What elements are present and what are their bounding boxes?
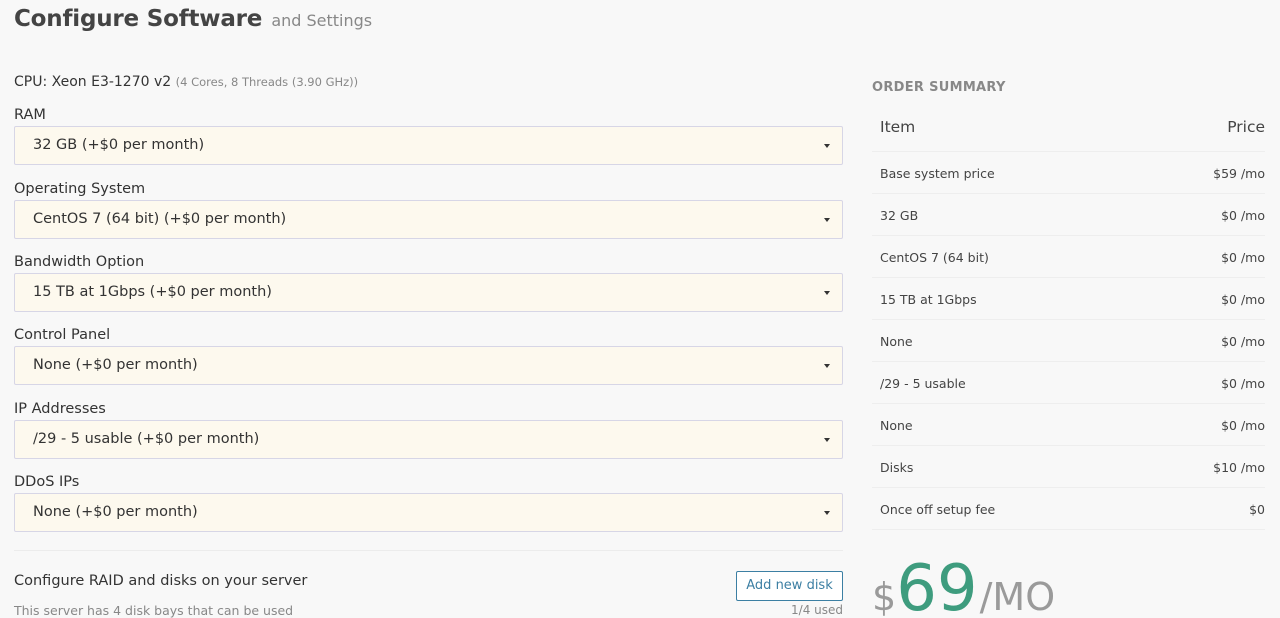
cpu-spec: (4 Cores, 8 Threads (3.90 GHz)) — [175, 75, 359, 89]
chevron-down-icon — [824, 511, 830, 515]
ip-addresses-label: IP Addresses — [14, 401, 106, 417]
raid-subtitle: This server has 4 disk bays that can be … — [14, 603, 294, 618]
row-item: 32 GB — [880, 208, 919, 223]
ddos-ips-value: None (+$0 per month) — [33, 504, 198, 520]
chevron-down-icon — [824, 438, 830, 442]
ddos-ips-field: DDoS IPs None (+$0 per month) — [14, 473, 843, 532]
total-price: $69/MO — [872, 553, 1055, 618]
table-row: Disks $10 /mo — [872, 446, 1265, 488]
ddos-ips-label: DDoS IPs — [14, 474, 80, 490]
control-panel-label: Control Panel — [14, 327, 111, 343]
row-price: $0 /mo — [1221, 376, 1265, 391]
row-item: Disks — [880, 460, 914, 475]
row-price: $0 /mo — [1221, 208, 1265, 223]
control-panel-select[interactable]: None (+$0 per month) — [14, 346, 843, 385]
bandwidth-field: Bandwidth Option 15 TB at 1Gbps (+$0 per… — [14, 253, 843, 312]
row-item: Once off setup fee — [880, 502, 996, 517]
os-select[interactable]: CentOS 7 (64 bit) (+$0 per month) — [14, 200, 843, 239]
order-summary-table: Item Price Base system price $59 /mo 32 … — [872, 108, 1265, 530]
total-amount: 69 — [896, 552, 978, 618]
page-title-main: Configure Software — [14, 6, 263, 32]
row-item: 15 TB at 1Gbps — [880, 292, 977, 307]
table-row: 32 GB $0 /mo — [872, 194, 1265, 236]
add-new-disk-button[interactable]: Add new disk — [736, 571, 843, 601]
chevron-down-icon — [824, 291, 830, 295]
row-item: None — [880, 418, 913, 433]
row-item: Base system price — [880, 166, 995, 181]
bandwidth-select[interactable]: 15 TB at 1Gbps (+$0 per month) — [14, 273, 843, 312]
row-item: CentOS 7 (64 bit) — [880, 250, 989, 265]
table-row: 15 TB at 1Gbps $0 /mo — [872, 278, 1265, 320]
bandwidth-value: 15 TB at 1Gbps (+$0 per month) — [33, 284, 272, 300]
row-price: $0 /mo — [1221, 292, 1265, 307]
table-row: Base system price $59 /mo — [872, 152, 1265, 194]
disk-count: 1/4 used — [791, 603, 843, 617]
ram-label: RAM — [14, 107, 46, 123]
ddos-ips-select[interactable]: None (+$0 per month) — [14, 493, 843, 532]
table-row: None $0 /mo — [872, 320, 1265, 362]
row-price: $59 /mo — [1213, 166, 1265, 181]
table-row: CentOS 7 (64 bit) $0 /mo — [872, 236, 1265, 278]
chevron-down-icon — [824, 218, 830, 222]
column-price: Price — [1227, 118, 1265, 136]
chevron-down-icon — [824, 364, 830, 368]
page-title-sub: and Settings — [271, 11, 373, 30]
ram-select[interactable]: 32 GB (+$0 per month) — [14, 126, 843, 165]
table-row: Once off setup fee $0 — [872, 488, 1265, 530]
raid-title: Configure RAID and disks on your server — [14, 573, 308, 589]
os-field: Operating System CentOS 7 (64 bit) (+$0 … — [14, 180, 843, 239]
total-period: /MO — [979, 575, 1056, 618]
cpu-info: CPU: Xeon E3-1270 v2 (4 Cores, 8 Threads… — [14, 74, 358, 90]
table-row: None $0 /mo — [872, 404, 1265, 446]
ram-field: RAM 32 GB (+$0 per month) — [14, 106, 843, 165]
cpu-label: CPU: Xeon E3-1270 v2 — [14, 74, 172, 90]
ram-value: 32 GB (+$0 per month) — [33, 137, 205, 153]
row-item: None — [880, 334, 913, 349]
table-header: Item Price — [872, 108, 1265, 152]
os-value: CentOS 7 (64 bit) (+$0 per month) — [33, 211, 287, 227]
row-price: $0 /mo — [1221, 250, 1265, 265]
os-label: Operating System — [14, 181, 146, 197]
row-price: $0 /mo — [1221, 418, 1265, 433]
row-price: $10 /mo — [1213, 460, 1265, 475]
chevron-down-icon — [824, 144, 830, 148]
row-item: /29 - 5 usable — [880, 376, 966, 391]
ip-addresses-select[interactable]: /29 - 5 usable (+$0 per month) — [14, 420, 843, 459]
order-summary-heading: ORDER SUMMARY — [872, 80, 1006, 95]
total-currency: $ — [872, 575, 897, 618]
table-row: /29 - 5 usable $0 /mo — [872, 362, 1265, 404]
ip-addresses-field: IP Addresses /29 - 5 usable (+$0 per mon… — [14, 400, 843, 459]
row-price: $0 /mo — [1221, 334, 1265, 349]
ip-addresses-value: /29 - 5 usable (+$0 per month) — [33, 431, 260, 447]
control-panel-value: None (+$0 per month) — [33, 357, 198, 373]
control-panel-field: Control Panel None (+$0 per month) — [14, 326, 843, 385]
column-item: Item — [880, 118, 916, 136]
row-price: $0 — [1249, 502, 1265, 517]
configure-page: Configure Software and Settings CPU: Xeo… — [0, 0, 1280, 618]
page-title: Configure Software and Settings — [14, 6, 372, 32]
section-divider — [14, 550, 843, 551]
bandwidth-label: Bandwidth Option — [14, 254, 145, 270]
